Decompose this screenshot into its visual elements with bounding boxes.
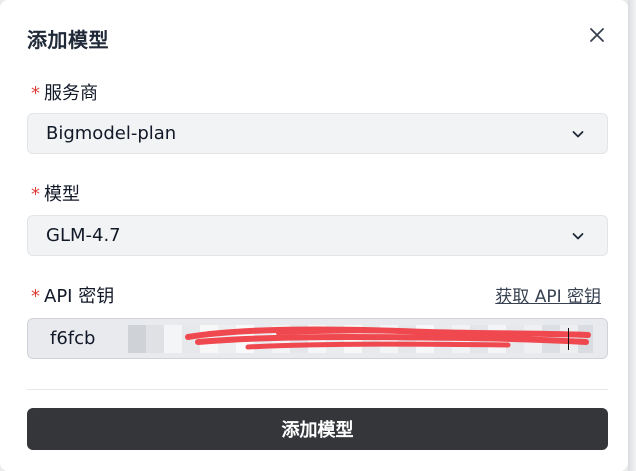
chevron-down-icon — [572, 131, 584, 138]
required-mark: * — [31, 184, 40, 205]
api-key-value: f6fcb — [50, 328, 96, 349]
api-key-label-text: API 密钥 — [44, 286, 115, 307]
divider — [27, 389, 608, 390]
model-label-text: 模型 — [44, 184, 80, 205]
dialog-title: 添加模型 — [27, 28, 109, 52]
model-value: GLM-4.7 — [46, 225, 121, 246]
model-label: * 模型 — [31, 180, 80, 206]
redaction-mosaic — [128, 325, 593, 353]
close-icon[interactable] — [585, 23, 609, 47]
provider-label-text: 服务商 — [44, 83, 98, 104]
add-model-dialog: 添加模型 * 服务商 Bigmodel-plan * 模型 GLM-4.7 * API… — [0, 0, 628, 471]
get-api-key-link[interactable]: 获取 API 密钥 — [495, 282, 601, 307]
chevron-down-icon — [572, 233, 584, 240]
provider-value: Bigmodel-plan — [46, 123, 177, 144]
background-edge — [628, 0, 636, 471]
text-caret — [568, 328, 569, 350]
required-mark: * — [31, 286, 40, 307]
add-model-button[interactable]: 添加模型 — [27, 408, 608, 450]
api-key-input[interactable]: f6fcb — [27, 318, 608, 359]
provider-select[interactable]: Bigmodel-plan — [27, 113, 608, 154]
provider-label: * 服务商 — [31, 79, 98, 105]
required-mark: * — [31, 83, 40, 104]
model-select[interactable]: GLM-4.7 — [27, 215, 608, 256]
api-key-label: * API 密钥 — [31, 282, 114, 308]
